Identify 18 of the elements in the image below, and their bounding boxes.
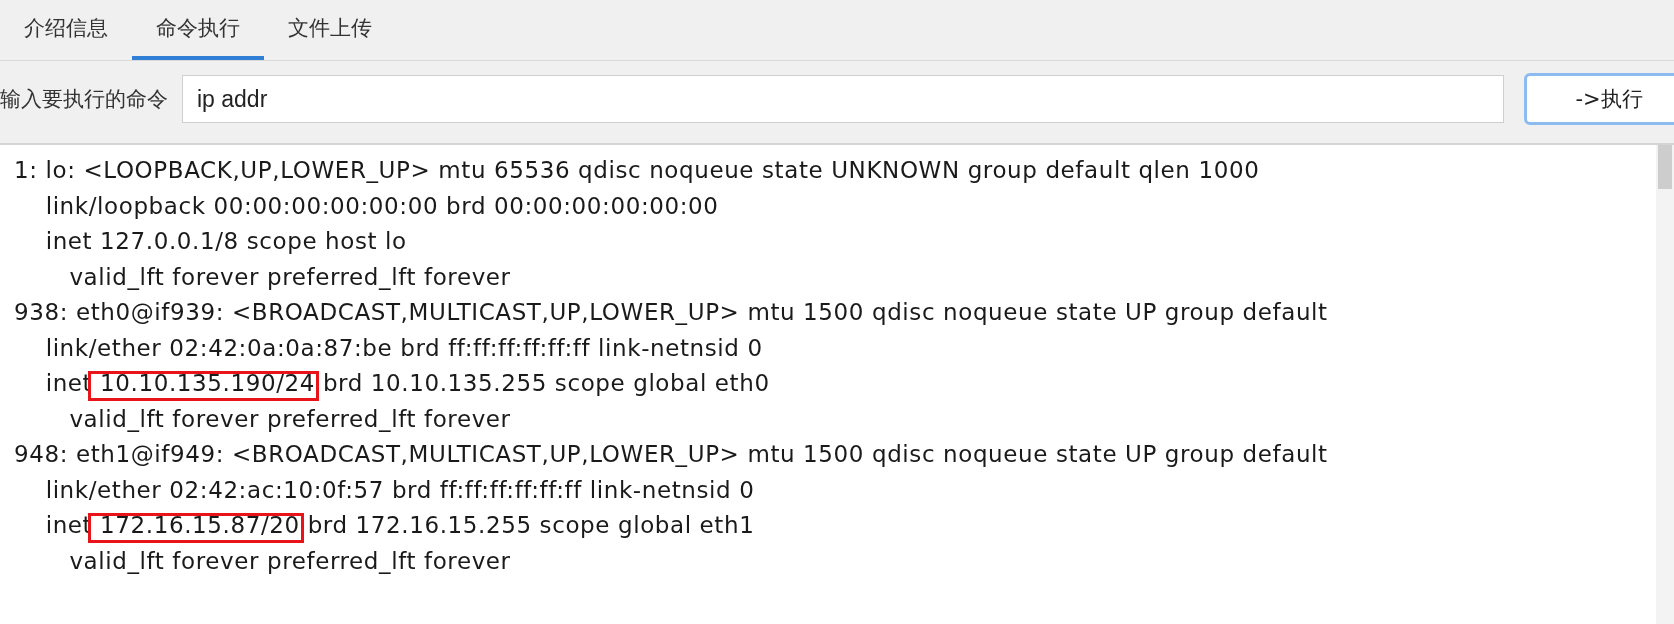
output-line: link/ether 02:42:0a:0a:87:be brd ff:ff:ff:ff:ff:ff link-netnsid 0	[44, 333, 763, 363]
output-line: inet 127.0.0.1/8 scope host lo	[44, 227, 407, 256]
tab[interactable]: 介绍信息	[0, 0, 132, 60]
output-line: valid_lft forever preferred_lft forever	[68, 546, 511, 576]
scrollbar-thumb[interactable]	[1658, 145, 1672, 189]
tab[interactable]: 文件上传	[264, 0, 396, 60]
output-line: link/loopback 00:00:00:00:00:00 brd 00:00:00:00:00:00	[44, 191, 719, 221]
output-line: 948: eth1@if949: <BROADCAST,MULTICAST,UP,LOWER_UP> mtu 1500 qdisc noqueue state UP group default	[14, 440, 1328, 469]
output-line: 1: lo: <LOOPBACK,UP,LOWER_UP> mtu 65536 qdisc noqueue state UNKNOWN group default qlen 1000	[14, 156, 1260, 185]
tab[interactable]: 命令执行	[132, 0, 264, 60]
command-input-field[interactable]: ip addr	[182, 75, 1504, 123]
output-line: 938: eth0@if939: <BROADCAST,MULTICAST,UP,LOWER_UP> mtu 1500 qdisc noqueue state UP group default	[14, 298, 1328, 327]
output-line: valid_lft forever preferred_lft forever	[68, 404, 511, 434]
output-line: valid_lft forever preferred_lft forever	[68, 262, 511, 292]
scrollbar[interactable]	[1656, 145, 1674, 624]
execute-button[interactable]: ->执行	[1524, 73, 1674, 125]
output-line: link/ether 02:42:ac:10:0f:57 brd ff:ff:ff:ff:ff:ff link-netnsid 0	[44, 475, 755, 505]
command-label: 输入要执行的命令	[0, 86, 168, 113]
